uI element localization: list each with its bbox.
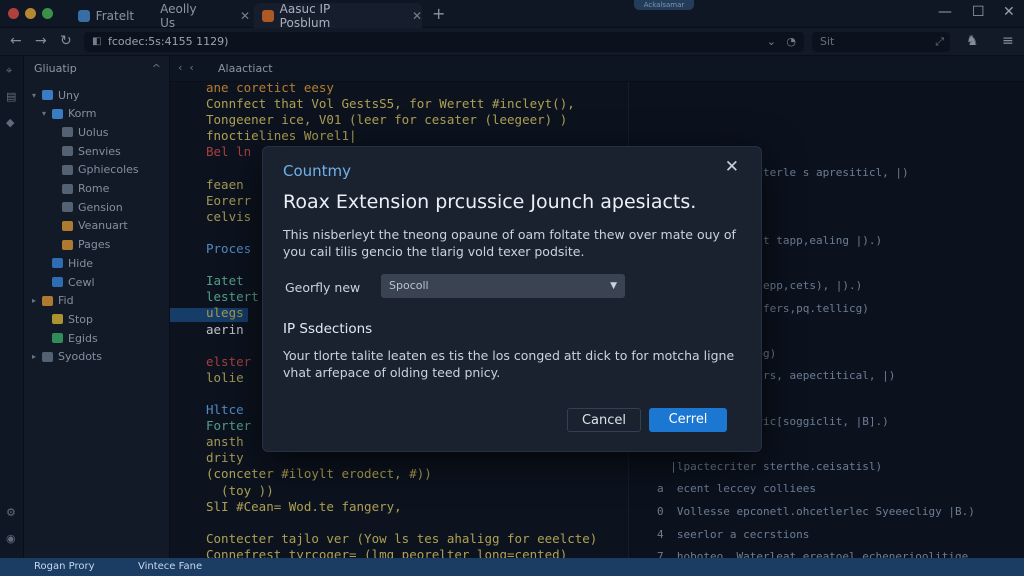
dialog-title: Countmy	[283, 162, 352, 180]
status-bar: Rogan Prory Vintece Fane	[0, 558, 1024, 576]
chevron-down-icon: ▼	[610, 281, 617, 291]
dialog: Countmy ✕ Roax Extension prcussice Jounc…	[262, 146, 762, 452]
dialog-description: This nisberleyt the tneong opaune of oam…	[283, 227, 736, 259]
section-description: Your tlorte talite leaten es tis the los…	[283, 348, 735, 380]
select-value: Spocoll	[389, 279, 429, 292]
status-right[interactable]: Vintece Fane	[138, 561, 202, 572]
select-label: Georfly new	[285, 280, 361, 295]
cancel-button[interactable]: Cancel	[567, 408, 641, 432]
status-left[interactable]: Rogan Prory	[34, 561, 95, 572]
confirm-button[interactable]: Cerrel	[649, 408, 727, 432]
dialog-close-icon[interactable]: ✕	[725, 157, 739, 177]
option-select[interactable]: Spocoll ▼	[381, 274, 625, 298]
section-title: IP Ssdections	[283, 321, 373, 337]
dialog-heading: Roax Extension prcussice Jounch apesiact…	[283, 191, 697, 213]
